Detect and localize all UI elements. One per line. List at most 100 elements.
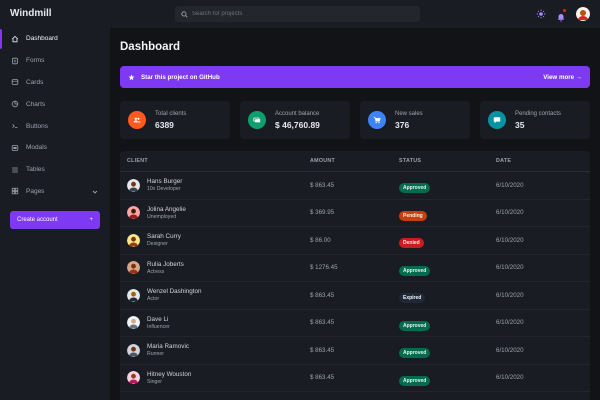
plus-icon: + [89, 217, 93, 223]
avatar [127, 206, 140, 220]
search-box[interactable] [175, 6, 420, 22]
star-icon [128, 74, 135, 80]
amount-cell: $ 86.00 [310, 236, 331, 244]
client-role: Singer [147, 378, 162, 385]
avatar-image [576, 7, 590, 21]
cart-icon [368, 111, 386, 129]
stat-card-total-clients: Total clients 6389 [120, 101, 230, 139]
column-date: DATE [496, 158, 512, 164]
column-client: CLIENT [127, 158, 148, 164]
date-cell: 6/10/2020 [496, 291, 524, 299]
status-badge: Approved [399, 265, 431, 276]
table-row[interactable]: Hitney Wouston Singer $ 863.45 Approved 6… [120, 365, 590, 392]
stat-value: 6389 [155, 119, 174, 130]
table-row[interactable]: Jolina Angelie Unemployed $ 369.95 Pendin… [120, 200, 590, 227]
date-cell: 6/10/2020 [496, 236, 524, 244]
stat-card-new-sales: New sales 376 [360, 101, 470, 139]
sidebar-item-label: Tables [26, 166, 45, 174]
buttons-icon [10, 121, 20, 131]
sidebar-item-cards[interactable]: Cards [0, 72, 110, 94]
table-row[interactable]: Rulia Joberts Actress $ 1276.45 Approved … [120, 255, 590, 282]
charts-icon [10, 99, 20, 109]
github-banner[interactable]: Star this project on GitHub View more → [120, 66, 590, 88]
stat-label: Pending contacts [515, 110, 562, 117]
sidebar-item-dashboard[interactable]: Dashboard [0, 28, 110, 50]
theme-toggle-icon[interactable] [536, 9, 546, 19]
clients-table: CLIENT AMOUNT STATUS DATE Hans Burger 10x… [120, 151, 590, 400]
client-name: Sarah Curry [147, 233, 181, 241]
sidebar-item-buttons[interactable]: Buttons [0, 115, 110, 137]
amount-cell: $ 369.95 [310, 209, 335, 217]
status-badge: Pending [399, 210, 427, 221]
stats-cards: Total clients 6389 Account balance $ 46,76… [120, 101, 590, 139]
status-badge: Approved [399, 348, 431, 359]
sidebar-item-tables[interactable]: Tables [0, 159, 110, 181]
amount-cell: $ 863.45 [310, 181, 335, 189]
sidebar-item-label: Dashboard [26, 35, 58, 43]
amount-cell: $ 863.45 [310, 346, 335, 354]
sidebar-item-charts[interactable]: Charts [0, 93, 110, 115]
cards-icon [10, 77, 20, 87]
search-input[interactable] [192, 11, 412, 17]
sidebar-item-label: Cards [26, 78, 44, 86]
client-name: Maria Ramovic [147, 343, 189, 351]
notification-dot [563, 9, 566, 12]
amount-cell: $ 863.45 [310, 319, 335, 327]
modals-icon [10, 143, 20, 153]
client-name: Dave Li [147, 315, 169, 323]
home-icon [10, 34, 20, 44]
sidebar-item-label: Modals [26, 144, 47, 152]
client-role: Actor [147, 296, 160, 303]
profile-avatar[interactable] [576, 7, 590, 21]
table-row[interactable]: Sarah Curry Designer $ 86.00 Denied 6/10/… [120, 227, 590, 255]
notifications-button[interactable] [556, 9, 566, 22]
client-name: Rulia Joberts [147, 260, 184, 268]
create-account-label: Create account [17, 217, 58, 223]
table-row[interactable]: Hans Burger 10x Developer $ 863.45 Approv… [120, 172, 590, 200]
stat-label: New sales [395, 110, 423, 117]
status-badge: Approved [399, 375, 431, 386]
client-name: Hans Burger [147, 178, 183, 186]
sidebar-nav: Dashboard Forms Cards Charts Buttons Mod… [0, 28, 110, 202]
date-cell: 6/10/2020 [496, 209, 524, 217]
top-header [110, 0, 600, 28]
stat-label: Account balance [275, 110, 320, 117]
view-more-link[interactable]: View more → [543, 74, 582, 81]
status-badge: Denied [399, 238, 424, 249]
stat-card-account-balance: Account balance $ 46,760.89 [240, 101, 350, 139]
table-row[interactable]: Maria Ramovic Runner $ 863.45 Approved 6/… [120, 337, 590, 365]
avatar [127, 371, 140, 385]
chevron-down-icon [92, 190, 98, 194]
sidebar-item-label: Forms [26, 57, 45, 65]
table-row[interactable]: Dave Li Influencer $ 863.45 Approved 6/10… [120, 310, 590, 337]
date-cell: 6/10/2020 [496, 346, 524, 354]
sidebar-item-modals[interactable]: Modals [0, 137, 110, 159]
client-role: Runner [147, 351, 165, 358]
date-cell: 6/10/2020 [496, 374, 524, 382]
main-content: Dashboard Star this project on GitHub Vi… [110, 28, 600, 400]
client-role: 10x Developer [147, 186, 181, 193]
client-name: Wenzel Dashington [147, 288, 202, 296]
client-name: Jolina Angelie [147, 205, 186, 213]
sidebar: Windmill Dashboard Forms Cards Charts Bu… [0, 0, 110, 400]
banner-text: Star this project on GitHub [141, 73, 220, 81]
column-status: STATUS [399, 158, 422, 164]
app-logo[interactable]: Windmill [10, 8, 52, 19]
status-badge: Expired [399, 293, 426, 304]
sidebar-item-label: Charts [26, 100, 46, 108]
stat-label: Total clients [155, 110, 187, 117]
column-amount: AMOUNT [310, 158, 336, 164]
bell-icon [557, 14, 565, 22]
stat-value: 35 [515, 119, 525, 130]
client-role: Unemployed [147, 213, 177, 220]
avatar [127, 343, 140, 357]
sidebar-item-label: Pages [26, 187, 45, 195]
users-icon [128, 111, 146, 129]
sidebar-item-forms[interactable]: Forms [0, 50, 110, 72]
create-account-button[interactable]: Create account + [10, 211, 100, 229]
sidebar-item-pages[interactable]: Pages [0, 181, 110, 203]
tables-icon [10, 165, 20, 175]
avatar [127, 316, 140, 330]
table-row[interactable]: Wenzel Dashington Actor $ 863.45 Expired … [120, 282, 590, 310]
amount-cell: $ 863.45 [310, 374, 335, 382]
